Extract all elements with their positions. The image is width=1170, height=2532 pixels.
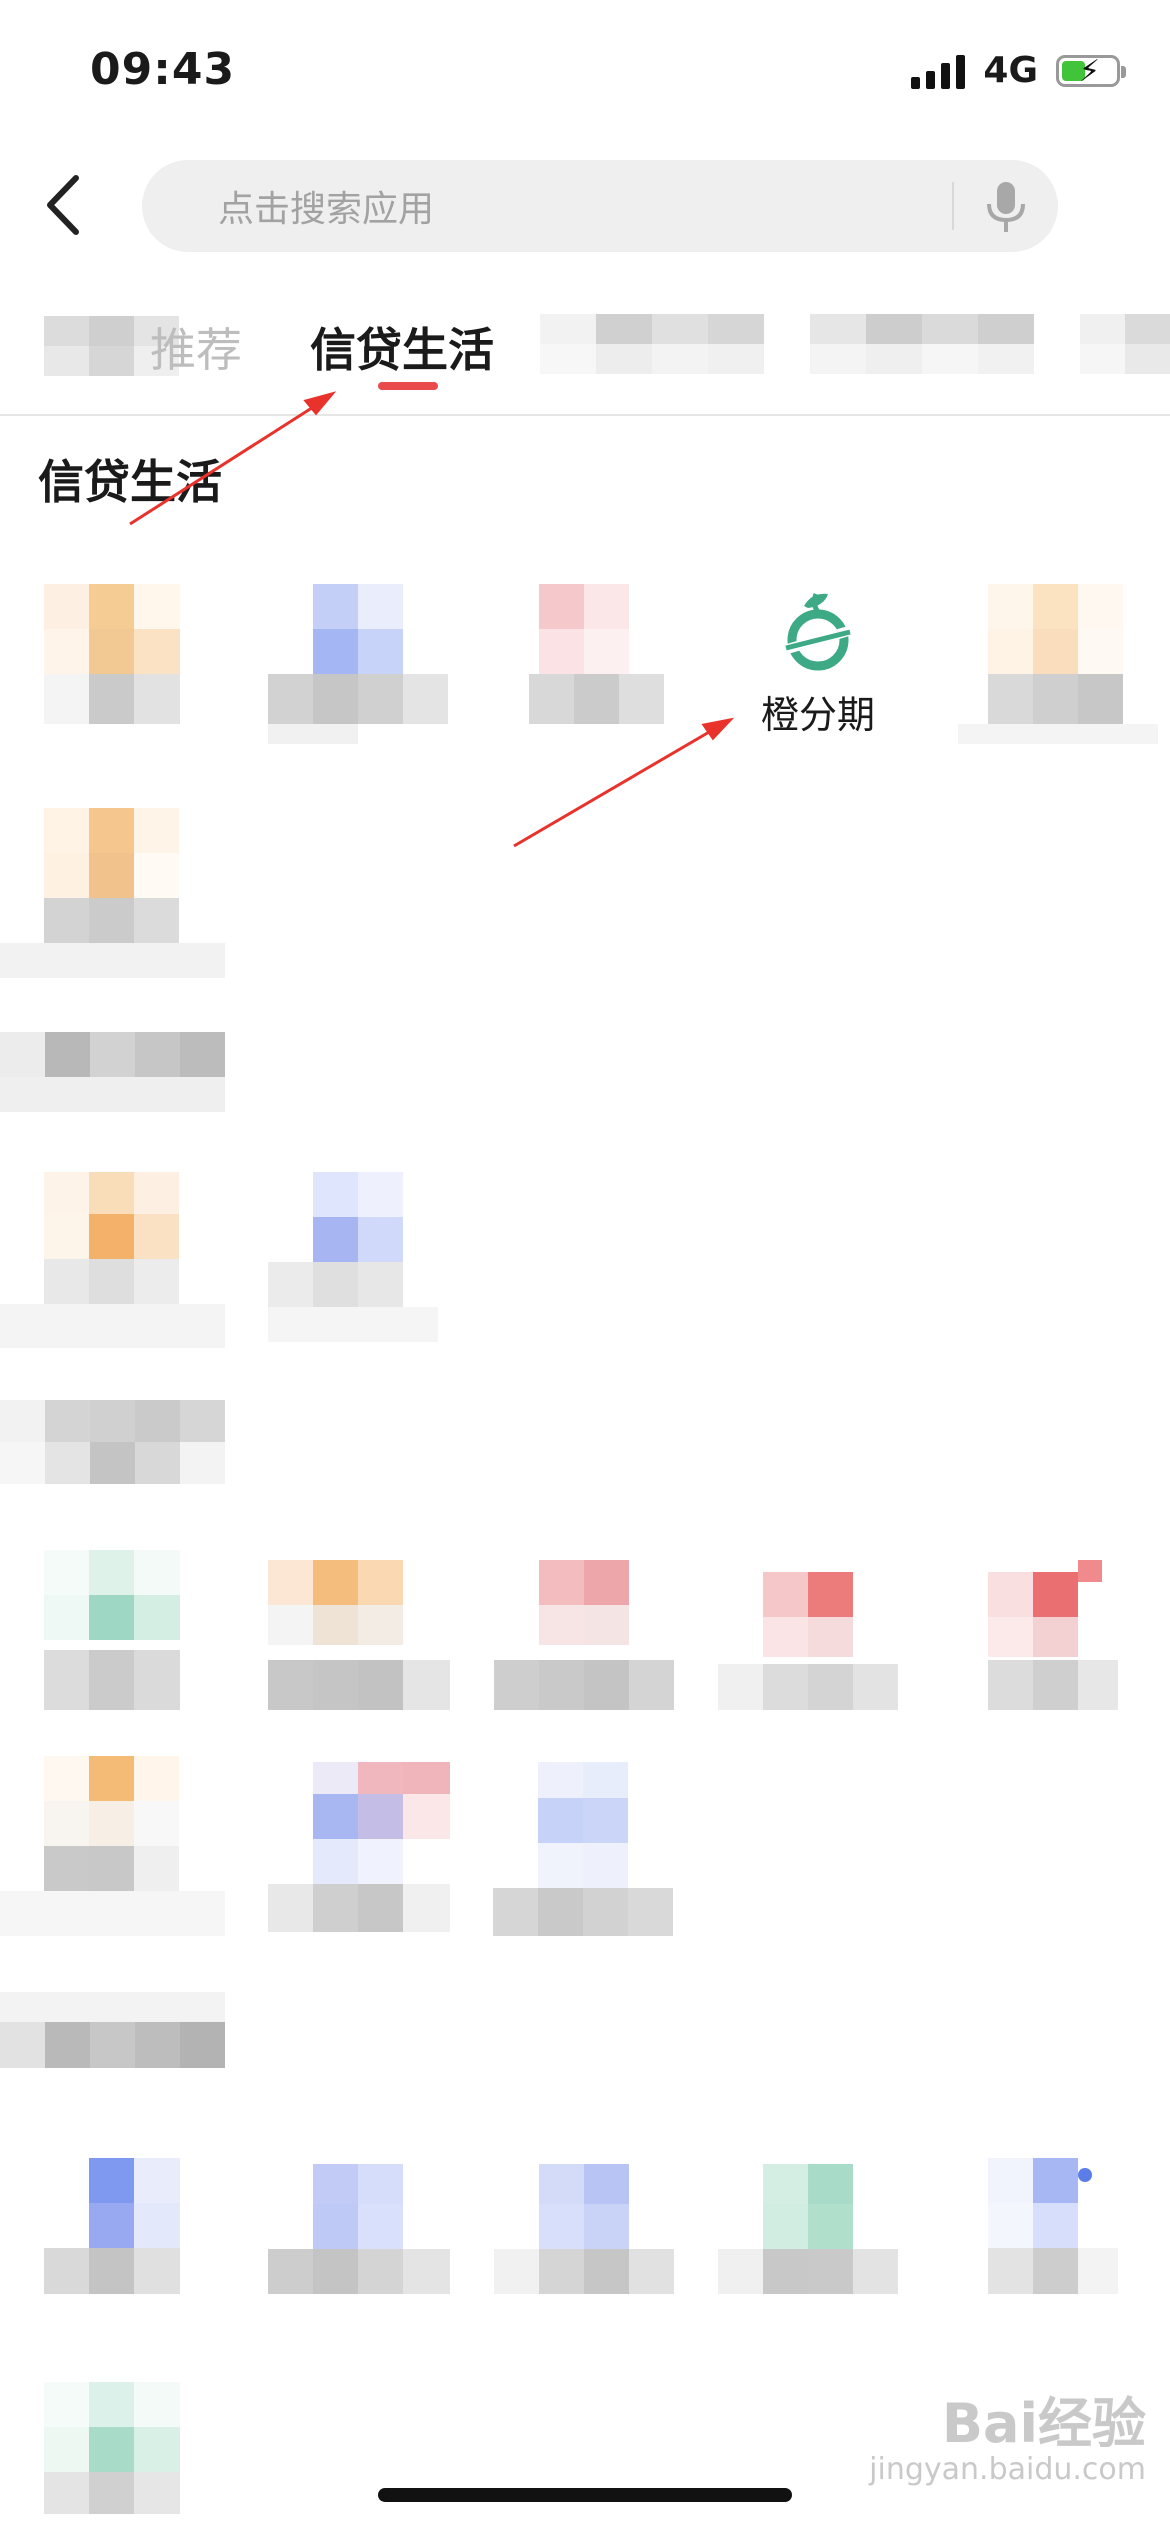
home-indicator[interactable]: [378, 2488, 792, 2502]
red-arrow-icon: [513, 717, 735, 848]
annotation-arrows: [129, 391, 735, 848]
watermark: Bai经验 jingyan.baidu.com: [869, 2391, 1146, 2487]
watermark-brand: Bai经验: [941, 2391, 1146, 2455]
red-arrow-icon: [129, 391, 337, 526]
watermark-site: jingyan.baidu.com: [869, 2452, 1146, 2487]
